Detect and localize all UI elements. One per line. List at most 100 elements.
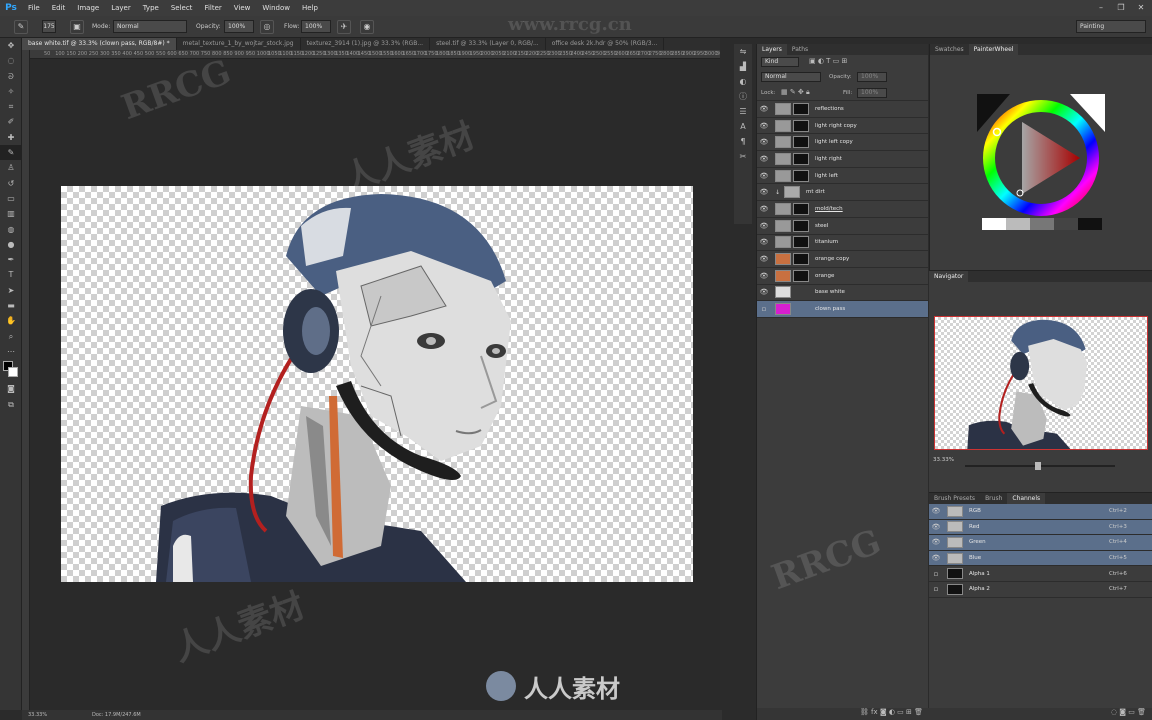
filter-icons[interactable]: ▣ ◐ T ▭ ⊞	[809, 57, 847, 65]
path-select-tool-icon[interactable]: ➤	[0, 283, 22, 298]
eye-icon[interactable]: 👁︎	[757, 222, 771, 230]
layer-row[interactable]: 👁︎ mold/tech	[757, 201, 928, 218]
eye-icon[interactable]: 👁︎	[929, 507, 943, 515]
eye-icon[interactable]: 👁︎	[757, 155, 771, 163]
tab-layers[interactable]: Layers	[757, 44, 787, 55]
eraser-tool-icon[interactable]: ▭	[0, 191, 22, 206]
navigator-preview[interactable]	[934, 316, 1148, 450]
flow-field[interactable]: 100%	[301, 20, 331, 33]
channel-row[interactable]: ▫ Alpha 1 Ctrl+6	[929, 566, 1152, 582]
eye-icon[interactable]: 👁︎	[757, 188, 771, 196]
doc-tab-active[interactable]: base white.tif @ 33.3% (clown pass, RGB/…	[22, 38, 177, 50]
doc-tab[interactable]: metal_texture_1_by_wojtar_stock.jpg	[177, 38, 301, 50]
mode-dropdown[interactable]: Normal	[113, 20, 187, 33]
eye-icon[interactable]: 👁︎	[757, 272, 771, 280]
lasso-tool-icon[interactable]: ᘐ	[0, 69, 22, 84]
move-tool-icon[interactable]: ✥	[0, 38, 22, 53]
dodge-tool-icon[interactable]: ●	[0, 237, 22, 252]
opacity-field[interactable]: 100%	[224, 20, 254, 33]
layer-mask-thumbnail[interactable]	[793, 236, 809, 249]
eye-icon[interactable]: 👁︎	[929, 523, 943, 531]
layer-mask-thumbnail[interactable]	[793, 219, 809, 232]
eyedropper-tool-icon[interactable]: ✐	[0, 114, 22, 129]
layer-mask-thumbnail[interactable]	[793, 136, 809, 149]
background-color[interactable]	[8, 367, 18, 378]
more-tools-icon[interactable]: ⋯	[0, 344, 22, 359]
blend-mode-dropdown[interactable]: Normal	[761, 72, 821, 82]
eye-icon[interactable]: 👁︎	[757, 105, 771, 113]
layer-row[interactable]: 👁︎ reflections	[757, 101, 928, 118]
layer-row[interactable]: 👁︎ ↓ mt dirt	[757, 184, 928, 202]
layer-row[interactable]: 👁︎ light left copy	[757, 134, 928, 152]
eye-icon[interactable]: 👁︎	[757, 205, 771, 213]
channels-footer-icons[interactable]: ◌ ◙ ▭ 🗑︎	[929, 708, 1152, 720]
channel-row[interactable]: 👁︎ RGB Ctrl+2	[929, 504, 1152, 520]
menu-select[interactable]: Select	[165, 4, 199, 12]
restore-button[interactable]: ❐	[1114, 2, 1128, 13]
color-wheel[interactable]	[930, 58, 1152, 258]
properties-panel-icon[interactable]: ☰	[734, 104, 752, 119]
menu-layer[interactable]: Layer	[105, 4, 137, 12]
menu-type[interactable]: Type	[137, 4, 165, 12]
layer-row[interactable]: 👁︎ steel	[757, 218, 928, 235]
crop-tool-icon[interactable]: ⌗	[0, 99, 22, 114]
tab-brush-presets[interactable]: Brush Presets	[929, 493, 980, 504]
layer-row[interactable]: 👁︎ orange	[757, 268, 928, 285]
layer-mask-thumbnail[interactable]	[793, 253, 809, 266]
channel-row[interactable]: 👁︎ Green Ctrl+4	[929, 535, 1152, 551]
zoom-readout[interactable]: 33.33%	[28, 712, 47, 718]
layer-row[interactable]: 👁︎ light right	[757, 151, 928, 168]
layer-row[interactable]: 👁︎ base white	[757, 285, 928, 302]
eye-icon[interactable]: 👁︎	[757, 138, 771, 146]
menu-window[interactable]: Window	[256, 4, 296, 12]
eye-icon[interactable]: 👁︎	[757, 122, 771, 130]
clone-stamp-tool-icon[interactable]: ♙	[0, 160, 22, 175]
info-panel-icon[interactable]: ⓘ	[734, 89, 752, 104]
hand-tool-icon[interactable]: ✋	[0, 313, 22, 328]
layers-footer-icons[interactable]: ⛓ fx ◙ ◐ ▭ ⊞ 🗑︎	[757, 708, 929, 720]
layer-mask-thumbnail[interactable]	[793, 269, 809, 282]
zoom-tool-icon[interactable]: ⌕	[0, 329, 22, 344]
menu-help[interactable]: Help	[296, 4, 324, 12]
menu-view[interactable]: View	[228, 4, 257, 12]
eye-icon[interactable]: 👁︎	[929, 538, 943, 546]
tab-swatches[interactable]: Swatches	[930, 44, 969, 55]
eye-hidden-icon[interactable]: ▫	[757, 305, 771, 313]
history-panel-icon[interactable]: ⇋	[734, 44, 752, 59]
eye-icon[interactable]: 👁︎	[929, 554, 943, 562]
workspace-dropdown[interactable]: Painting	[1076, 20, 1146, 33]
eye-hidden-icon[interactable]: ▫	[929, 570, 943, 578]
tool-presets-panel-icon[interactable]: ✂	[734, 149, 752, 164]
quick-mask-icon[interactable]: ◙	[0, 381, 22, 396]
layer-row[interactable]: 👁︎ titanium	[757, 235, 928, 252]
doc-tab[interactable]: texturez_3914 (1).jpg @ 33.3% (RGB...	[301, 38, 431, 50]
layer-mask-thumbnail[interactable]	[793, 202, 809, 215]
close-button[interactable]: ✕	[1134, 2, 1148, 13]
layer-row[interactable]: 👁︎ light left	[757, 168, 928, 185]
layer-mask-thumbnail[interactable]	[793, 102, 809, 115]
gradient-tool-icon[interactable]: ▥	[0, 206, 22, 221]
navigator-zoom-slider[interactable]	[965, 462, 1115, 470]
character-panel-icon[interactable]: A	[734, 119, 752, 134]
eye-icon[interactable]: 👁︎	[757, 255, 771, 263]
tab-brush[interactable]: Brush	[980, 493, 1007, 504]
layer-kind-filter[interactable]: Kind	[761, 57, 799, 67]
pressure-size-icon[interactable]: ◉	[360, 20, 374, 34]
channel-row[interactable]: ▫ Alpha 2 Ctrl+7	[929, 582, 1152, 598]
tab-channels[interactable]: Channels	[1007, 493, 1046, 504]
brush-panel-toggle-icon[interactable]: ▣	[70, 20, 84, 34]
menu-image[interactable]: Image	[71, 4, 105, 12]
doc-tab[interactable]: steel.tif @ 33.3% (Layer 0, RGB/...	[430, 38, 546, 50]
channel-row[interactable]: 👁︎ Red Ctrl+3	[929, 519, 1152, 536]
menu-file[interactable]: File	[22, 4, 46, 12]
type-tool-icon[interactable]: T	[0, 267, 22, 282]
histogram-panel-icon[interactable]: ▟	[734, 59, 752, 74]
zoom-slider-handle[interactable]	[1035, 462, 1041, 470]
tab-painterwheel[interactable]: PainterWheel	[968, 44, 1019, 55]
healing-tool-icon[interactable]: ✚	[0, 130, 22, 145]
doc-tab[interactable]: office desk 2k.hdr @ 50% (RGB/3...	[546, 38, 665, 50]
layer-mask-thumbnail[interactable]	[793, 119, 809, 132]
adjustments-panel-icon[interactable]: ◐	[734, 74, 752, 89]
menu-edit[interactable]: Edit	[46, 4, 72, 12]
color-swatches[interactable]	[0, 359, 21, 381]
